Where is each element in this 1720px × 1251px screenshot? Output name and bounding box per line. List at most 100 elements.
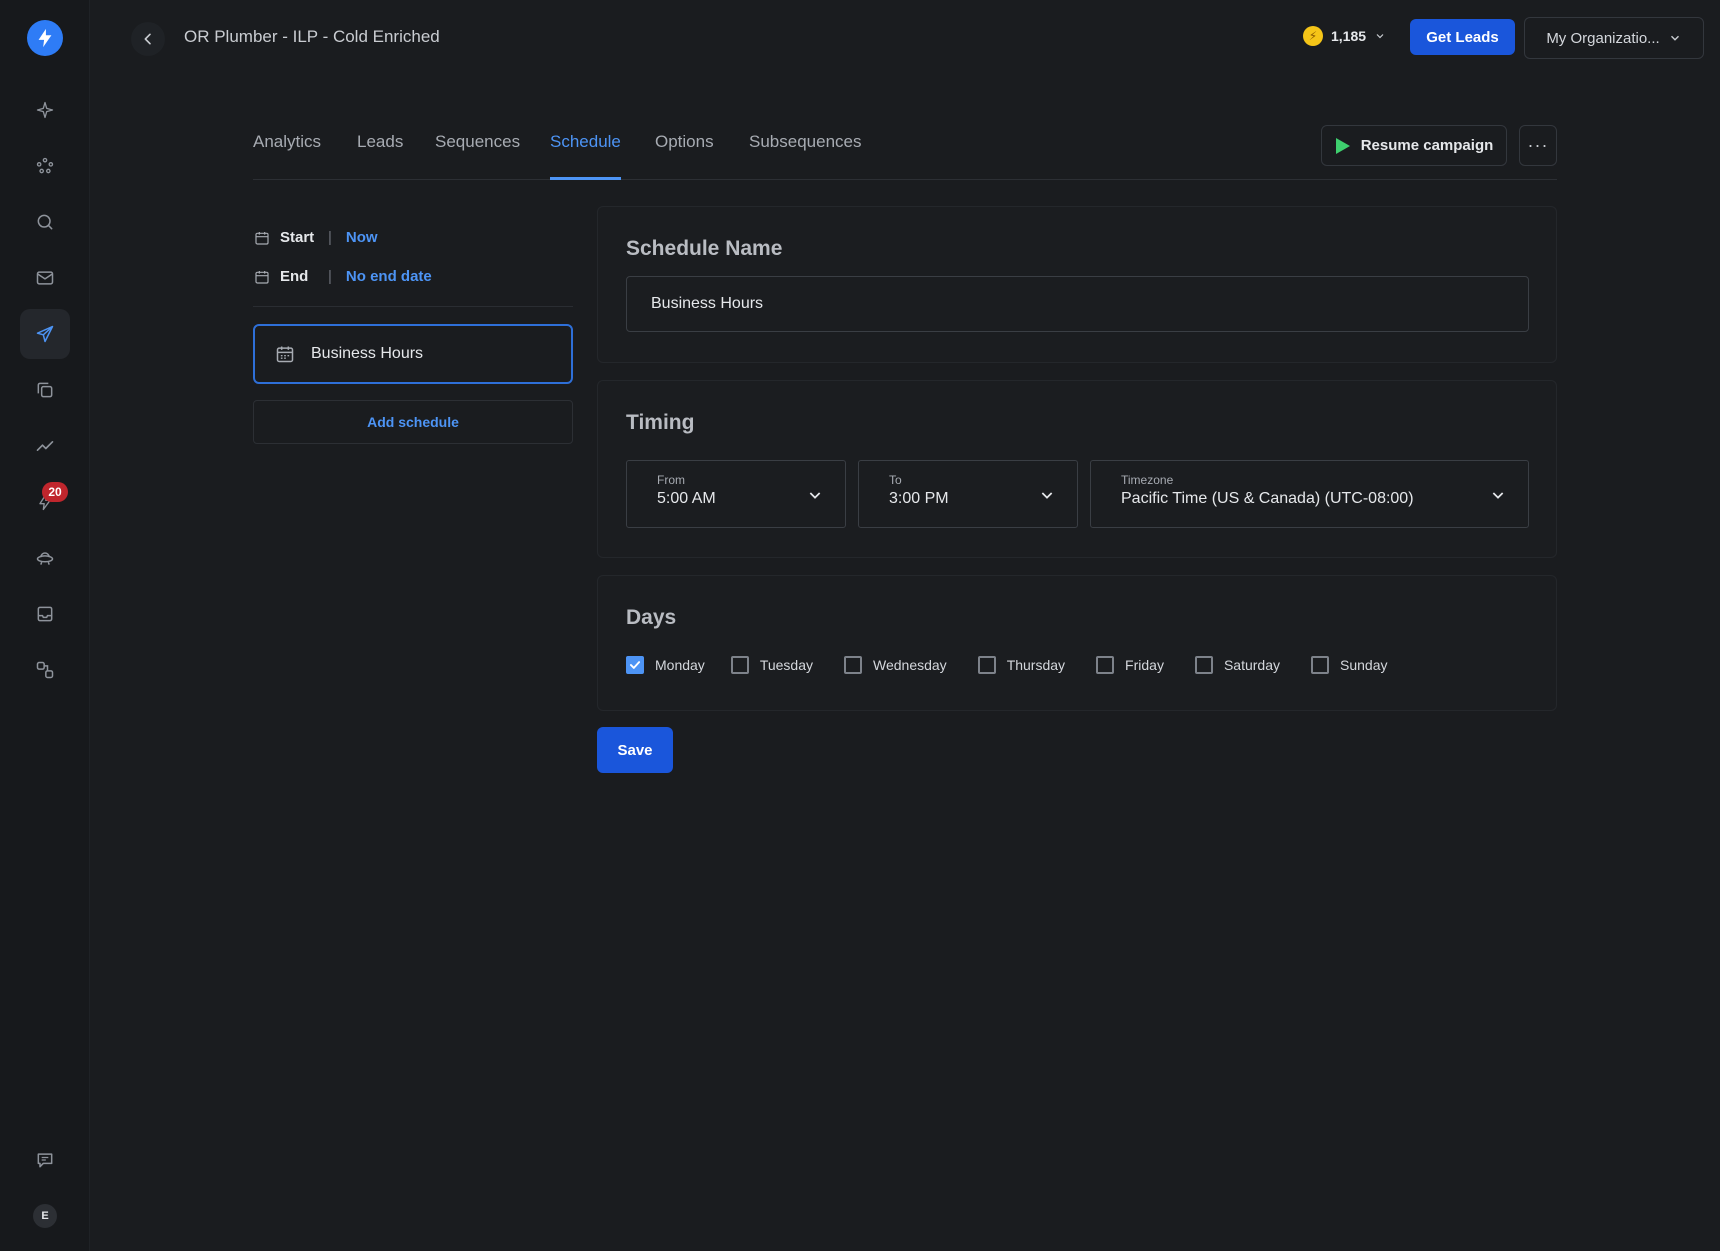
end-label: End bbox=[280, 268, 309, 285]
from-value: 5:00 AM bbox=[657, 490, 716, 507]
sidebar-item-campaigns[interactable] bbox=[20, 309, 70, 359]
network-icon bbox=[36, 157, 54, 174]
calendar-icon bbox=[255, 231, 269, 245]
day-friday[interactable]: Friday bbox=[1096, 656, 1164, 674]
from-label: From bbox=[657, 473, 685, 487]
chevron-down-icon bbox=[1376, 34, 1384, 39]
credits-value: 1,185 bbox=[1331, 28, 1367, 44]
checkbox-monday[interactable] bbox=[626, 656, 644, 674]
more-options-button[interactable]: ··· bbox=[1519, 125, 1557, 166]
schedule-list-item[interactable]: Business Hours bbox=[253, 324, 573, 384]
day-thursday[interactable]: Thursday bbox=[977, 656, 1066, 674]
to-label: To bbox=[889, 473, 902, 487]
tab-subsequences[interactable]: Subsequences bbox=[749, 132, 861, 180]
schedule-list-item-name: Business Hours bbox=[311, 345, 424, 362]
sidebar: 20 E bbox=[0, 0, 90, 1251]
day-label: Monday bbox=[655, 657, 705, 673]
day-monday[interactable]: Monday bbox=[626, 656, 705, 674]
day-wednesday[interactable]: Wednesday bbox=[844, 656, 947, 674]
chevron-down-icon bbox=[1670, 35, 1679, 41]
organization-dropdown[interactable]: My Organizatio... bbox=[1524, 17, 1704, 59]
to-value: 3:00 PM bbox=[889, 490, 949, 507]
timezone-label: Timezone bbox=[1121, 473, 1174, 487]
day-tuesday[interactable]: Tuesday bbox=[730, 656, 813, 674]
checkbox-saturday[interactable] bbox=[1194, 656, 1213, 674]
sidebar-item-integrations[interactable] bbox=[20, 645, 70, 695]
schedule-name-title: Schedule Name bbox=[626, 237, 783, 260]
organization-label: My Organizatio... bbox=[1546, 29, 1660, 47]
checkbox-wednesday[interactable] bbox=[844, 656, 862, 674]
add-schedule-button[interactable]: Add schedule bbox=[253, 400, 573, 444]
sidebar-item-inbox[interactable] bbox=[20, 589, 70, 639]
credits-dropdown[interactable]: ⚡ 1,185 bbox=[1303, 26, 1386, 46]
day-label: Sunday bbox=[1340, 657, 1388, 673]
day-label: Saturday bbox=[1223, 657, 1280, 673]
checkbox-friday[interactable] bbox=[1096, 656, 1115, 674]
checkbox-tuesday[interactable] bbox=[730, 656, 749, 674]
chevron-left-icon bbox=[144, 33, 151, 45]
inbox-icon bbox=[37, 606, 53, 622]
check-icon bbox=[629, 661, 641, 669]
search-icon bbox=[37, 214, 53, 230]
chart-line-icon bbox=[36, 441, 54, 451]
start-label: Start bbox=[280, 229, 315, 246]
avatar[interactable]: E bbox=[33, 1204, 57, 1228]
day-saturday[interactable]: Saturday bbox=[1194, 656, 1280, 674]
timing-panel: Timing From 5:00 AM To 3:00 PM Timezone … bbox=[597, 380, 1557, 558]
tab-analytics[interactable]: Analytics bbox=[253, 132, 321, 180]
resume-campaign-label: Resume campaign bbox=[1360, 137, 1494, 154]
sidebar-item-sparkle[interactable] bbox=[20, 85, 70, 135]
start-value[interactable]: Now bbox=[346, 229, 378, 246]
mail-icon bbox=[36, 271, 54, 285]
timezone-select[interactable]: Timezone Pacific Time (US & Canada) (UTC… bbox=[1090, 460, 1529, 528]
sidebar-item-feedback[interactable] bbox=[20, 1135, 70, 1185]
sidebar-item-network[interactable] bbox=[20, 141, 70, 191]
resume-campaign-button[interactable]: Resume campaign bbox=[1321, 125, 1507, 166]
schedule-name-panel: Schedule Name Business Hours bbox=[597, 206, 1557, 363]
get-leads-button[interactable]: Get Leads bbox=[1410, 19, 1515, 55]
tab-leads[interactable]: Leads bbox=[357, 132, 403, 180]
calendar-icon bbox=[276, 346, 294, 363]
sidebar-item-ufo[interactable] bbox=[20, 533, 70, 583]
notification-badge: 20 bbox=[42, 482, 68, 502]
sidebar-item-mail[interactable] bbox=[20, 253, 70, 303]
sidebar-item-analytics[interactable] bbox=[20, 421, 70, 471]
bolt-logo-icon bbox=[38, 28, 52, 48]
chevron-down-icon bbox=[809, 492, 821, 499]
schedule-name-input[interactable]: Business Hours bbox=[626, 276, 1529, 332]
checkbox-thursday[interactable] bbox=[977, 656, 996, 674]
days-panel: Days Monday Tuesday Wednesday Thursday F… bbox=[597, 575, 1557, 711]
coin-icon: ⚡ bbox=[1303, 26, 1323, 46]
end-value[interactable]: No end date bbox=[346, 268, 432, 285]
timing-title: Timing bbox=[626, 411, 695, 434]
sidebar-item-templates[interactable] bbox=[20, 365, 70, 415]
start-date-row[interactable]: Start | Now bbox=[254, 229, 378, 246]
day-label: Wednesday bbox=[873, 657, 947, 673]
integrations-icon bbox=[36, 661, 54, 679]
tab-options[interactable]: Options bbox=[655, 132, 714, 180]
days-checkbox-group: Monday Tuesday Wednesday Thursday Friday… bbox=[626, 656, 1387, 674]
tab-sequences[interactable]: Sequences bbox=[435, 132, 520, 180]
tab-schedule[interactable]: Schedule bbox=[550, 132, 621, 180]
app-logo[interactable] bbox=[27, 20, 63, 56]
ufo-icon bbox=[36, 552, 54, 565]
divider bbox=[253, 306, 573, 307]
separator: | bbox=[328, 229, 332, 246]
chat-icon bbox=[37, 1153, 53, 1168]
page-title: OR Plumber - ILP - Cold Enriched bbox=[184, 27, 440, 46]
sidebar-item-search[interactable] bbox=[20, 197, 70, 247]
save-button[interactable]: Save bbox=[597, 727, 673, 773]
sparkle-icon bbox=[36, 101, 54, 119]
separator: | bbox=[328, 268, 332, 285]
to-time-select[interactable]: To 3:00 PM bbox=[858, 460, 1078, 528]
play-icon bbox=[1335, 137, 1350, 154]
back-button[interactable] bbox=[131, 22, 165, 56]
day-label: Thursday bbox=[1006, 657, 1066, 673]
from-time-select[interactable]: From 5:00 AM bbox=[626, 460, 846, 528]
checkbox-sunday[interactable] bbox=[1311, 656, 1329, 674]
more-icon: ··· bbox=[1527, 135, 1549, 155]
copy-icon bbox=[37, 382, 53, 398]
chevron-down-icon bbox=[1041, 492, 1053, 499]
day-sunday[interactable]: Sunday bbox=[1311, 656, 1387, 674]
end-date-row[interactable]: End | No end date bbox=[254, 268, 432, 285]
